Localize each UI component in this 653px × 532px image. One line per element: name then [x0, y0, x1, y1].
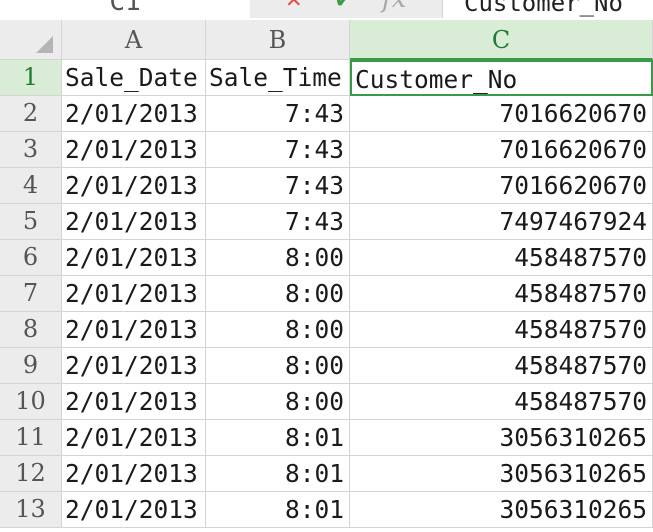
- cell-a[interactable]: 2/01/2013: [62, 384, 206, 420]
- cell-c[interactable]: 458487570: [350, 240, 653, 276]
- cell-b[interactable]: 8:00: [206, 240, 350, 276]
- row-header[interactable]: 6: [0, 240, 62, 276]
- cell-b[interactable]: 7:43: [206, 132, 350, 168]
- row-header[interactable]: 7: [0, 276, 62, 312]
- cell-b[interactable]: 8:00: [206, 312, 350, 348]
- cell-a[interactable]: 2/01/2013: [62, 312, 206, 348]
- cell-b[interactable]: 8:01: [206, 492, 350, 528]
- cell-c[interactable]: 7016620670: [350, 96, 653, 132]
- cell-b[interactable]: 8:01: [206, 456, 350, 492]
- cell-a[interactable]: 2/01/2013: [62, 96, 206, 132]
- cell-c[interactable]: 7497467924: [350, 204, 653, 240]
- cell-b[interactable]: 7:43: [206, 168, 350, 204]
- cell-b[interactable]: 8:00: [206, 384, 350, 420]
- cell-c[interactable]: 458487570: [350, 276, 653, 312]
- column-header-a[interactable]: A: [62, 20, 206, 60]
- cell-c[interactable]: 7016620670: [350, 132, 653, 168]
- check-icon[interactable]: ✔: [336, 0, 352, 12]
- spreadsheet-grid: A B C 1 Sale_Date Sale_Time Customer_No 2 2/01/2…: [0, 20, 653, 532]
- cell-c[interactable]: 458487570: [350, 312, 653, 348]
- cell-a[interactable]: 2/01/2013: [62, 456, 206, 492]
- formula-bar: C1 ✕ ✔ fx Customer_No: [0, 0, 653, 20]
- cell-a[interactable]: 2/01/2013: [62, 420, 206, 456]
- cell-c[interactable]: 7016620670: [350, 168, 653, 204]
- cell-a[interactable]: 2/01/2013: [62, 204, 206, 240]
- column-header-c[interactable]: C: [350, 20, 653, 60]
- select-all-triangle-icon: [36, 36, 53, 53]
- formula-input[interactable]: Customer_No: [444, 0, 653, 18]
- cell-a[interactable]: 2/01/2013: [62, 276, 206, 312]
- cell-a[interactable]: 2/01/2013: [62, 240, 206, 276]
- row-header[interactable]: 3: [0, 132, 62, 168]
- fx-icon[interactable]: fx: [382, 0, 406, 12]
- cell-c[interactable]: 3056310265: [350, 456, 653, 492]
- cell-c[interactable]: 458487570: [350, 348, 653, 384]
- cell-a[interactable]: Sale_Date: [62, 60, 206, 96]
- cell-a[interactable]: 2/01/2013: [62, 492, 206, 528]
- cell-a[interactable]: 2/01/2013: [62, 348, 206, 384]
- row-header[interactable]: 11: [0, 420, 62, 456]
- cell-a[interactable]: 2/01/2013: [62, 132, 206, 168]
- row-header[interactable]: 10: [0, 384, 62, 420]
- column-header-b[interactable]: B: [206, 20, 350, 60]
- cell-c[interactable]: 458487570: [350, 384, 653, 420]
- cell-b[interactable]: 8:00: [206, 276, 350, 312]
- select-all-corner[interactable]: [0, 20, 62, 60]
- row-header[interactable]: 12: [0, 456, 62, 492]
- name-box[interactable]: C1: [0, 0, 251, 18]
- cell-c[interactable]: 3056310265: [350, 420, 653, 456]
- cross-icon[interactable]: ✕: [286, 0, 302, 12]
- row-header[interactable]: 8: [0, 312, 62, 348]
- row-header[interactable]: 4: [0, 168, 62, 204]
- row-header[interactable]: 2: [0, 96, 62, 132]
- cell-b[interactable]: 8:00: [206, 348, 350, 384]
- cell-c[interactable]: 3056310265: [350, 492, 653, 528]
- row-header[interactable]: 13: [0, 492, 62, 528]
- cell-b[interactable]: 7:43: [206, 204, 350, 240]
- formula-buttons: ✕ ✔ fx: [250, 0, 443, 18]
- row-header[interactable]: 1: [0, 60, 62, 96]
- cell-b[interactable]: Sale_Time: [206, 60, 350, 96]
- cell-b[interactable]: 7:43: [206, 96, 350, 132]
- cell-b[interactable]: 8:01: [206, 420, 350, 456]
- cell-a[interactable]: 2/01/2013: [62, 168, 206, 204]
- row-header[interactable]: 9: [0, 348, 62, 384]
- row-header[interactable]: 5: [0, 204, 62, 240]
- selected-cell-c1[interactable]: Customer_No: [350, 60, 653, 96]
